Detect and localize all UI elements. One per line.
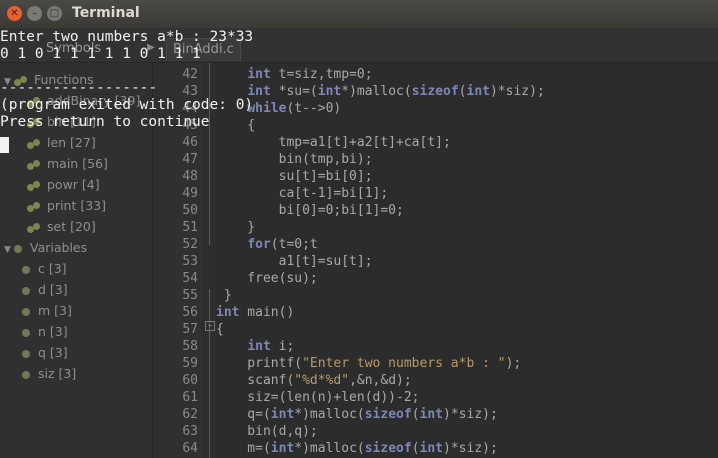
variable-icon: [22, 286, 30, 295]
line-number: 50: [182, 203, 198, 218]
code-line[interactable]: free(su);: [216, 271, 317, 286]
line-number: 58: [182, 339, 198, 354]
terminal-line: (program exited with code: 0): [0, 97, 254, 113]
code-line[interactable]: for(t=0;t: [216, 237, 317, 252]
tree-item[interactable]: main [56]: [27, 154, 108, 174]
code-line[interactable]: su[t]=bi[0];: [216, 169, 373, 184]
tree-item-label: set [20]: [47, 219, 96, 234]
code-line[interactable]: }: [216, 288, 232, 303]
code-line[interactable]: scanf("%d*%d",&n,&d);: [216, 373, 411, 388]
function-icon: [27, 138, 41, 149]
minimize-window-button[interactable]: –: [27, 6, 42, 21]
function-icon: [27, 159, 41, 170]
code-line[interactable]: bin(tmp,bi);: [216, 152, 373, 167]
line-number: 52: [182, 237, 198, 252]
line-number: 57: [182, 322, 198, 337]
code-line[interactable]: tmp=a1[t]+a2[t]+ca[t];: [216, 135, 451, 150]
tree-item-label: siz [3]: [38, 366, 77, 381]
tree-item-label: q [3]: [38, 345, 68, 360]
line-number: 54: [182, 271, 198, 286]
code-line[interactable]: siz=(len(n)+len(d))-2;: [216, 390, 419, 405]
tree-item-label: len [27]: [47, 135, 96, 150]
maximize-window-button[interactable]: □: [47, 6, 62, 21]
line-number: 61: [182, 390, 198, 405]
code-line[interactable]: ca[t-1]=bi[1];: [216, 186, 389, 201]
line-number: 63: [182, 424, 198, 439]
line-number: 46: [182, 135, 198, 150]
tree-item-label: Variables: [30, 240, 88, 255]
tree-item-label: c [3]: [38, 261, 67, 276]
terminal-line: 0 1 0 1 1 1 1 1 0 1 1 1: [0, 46, 201, 62]
line-number: 47: [182, 152, 198, 167]
line-number: 42: [182, 67, 198, 82]
tree-item-label: n [3]: [38, 324, 68, 339]
code-line[interactable]: int t=siz,tmp=0;: [216, 67, 372, 82]
line-number: 64: [182, 441, 198, 456]
variable-icon: [14, 244, 22, 253]
function-icon: [27, 201, 41, 212]
code-line[interactable]: int main(): [216, 305, 294, 320]
window-title: Terminal: [72, 5, 140, 21]
tree-item[interactable]: siz [3]: [22, 364, 76, 384]
code-line[interactable]: q=(int*)malloc(sizeof(int)*siz);: [216, 407, 498, 422]
line-number: 49: [182, 186, 198, 201]
title-bar: ✕ – □ Terminal: [0, 0, 718, 29]
terminal-cursor: [0, 137, 9, 153]
fold-guide: [209, 63, 210, 245]
line-number: 53: [182, 254, 198, 269]
tree-item[interactable]: d [3]: [22, 280, 68, 300]
code-line[interactable]: {: [216, 118, 255, 133]
line-number: 48: [182, 169, 198, 184]
line-number: 56: [182, 305, 198, 320]
code-line[interactable]: int *su=(int*)malloc(sizeof(int)*siz);: [216, 84, 544, 99]
expander-icon[interactable]: ▼: [4, 240, 14, 260]
code-line[interactable]: printf("Enter two numbers a*b : ");: [216, 356, 521, 371]
tree-item[interactable]: set [20]: [27, 217, 96, 237]
code-line[interactable]: {: [216, 322, 224, 337]
tree-group-variables[interactable]: ▼ Variables: [4, 238, 87, 258]
variable-icon: [22, 349, 30, 358]
line-number: 55: [182, 288, 198, 303]
fold-guide: [209, 289, 210, 458]
tree-item[interactable]: c [3]: [22, 259, 67, 279]
tree-item[interactable]: m [3]: [22, 301, 72, 321]
tree-item[interactable]: powr [4]: [27, 175, 100, 195]
code-line[interactable]: a1[t]=su[t];: [216, 254, 373, 269]
terminal-line: Enter two numbers a*b : 23*33: [0, 29, 254, 45]
tree-item-label: m [3]: [38, 303, 72, 318]
variable-icon: [22, 307, 30, 316]
terminal-line: Press return to continue: [0, 114, 210, 130]
tree-item[interactable]: n [3]: [22, 322, 68, 342]
line-number: 51: [182, 220, 198, 235]
tree-item-label: powr [4]: [47, 177, 100, 192]
code-line[interactable]: }: [216, 220, 255, 235]
line-number: 59: [182, 356, 198, 371]
code-line[interactable]: bin(d,q);: [216, 424, 317, 439]
fold-toggle-icon[interactable]: −: [205, 321, 215, 331]
line-number: 62: [182, 407, 198, 422]
variable-icon: [22, 328, 30, 337]
variable-icon: [22, 370, 30, 379]
tree-item-label: main [56]: [47, 156, 108, 171]
function-icon: [27, 222, 41, 233]
tree-item[interactable]: print [33]: [27, 196, 106, 216]
code-line[interactable]: bi[0]=0;bi[1]=0;: [216, 203, 404, 218]
code-line[interactable]: m=(int*)malloc(sizeof(int)*siz);: [216, 441, 498, 456]
function-icon: [27, 180, 41, 191]
code-editor[interactable]: int t=siz,tmp=0; int *su=(int*)malloc(si…: [216, 63, 718, 458]
tree-item[interactable]: len [27]: [27, 133, 96, 153]
tree-item[interactable]: q [3]: [22, 343, 68, 363]
tree-item-label: print [33]: [47, 198, 107, 213]
terminal-line: ------------------: [0, 80, 158, 96]
close-window-button[interactable]: ✕: [7, 6, 22, 21]
variable-icon: [22, 265, 30, 274]
tree-item-label: d [3]: [38, 282, 68, 297]
line-number: 60: [182, 373, 198, 388]
code-line[interactable]: int i;: [216, 339, 294, 354]
